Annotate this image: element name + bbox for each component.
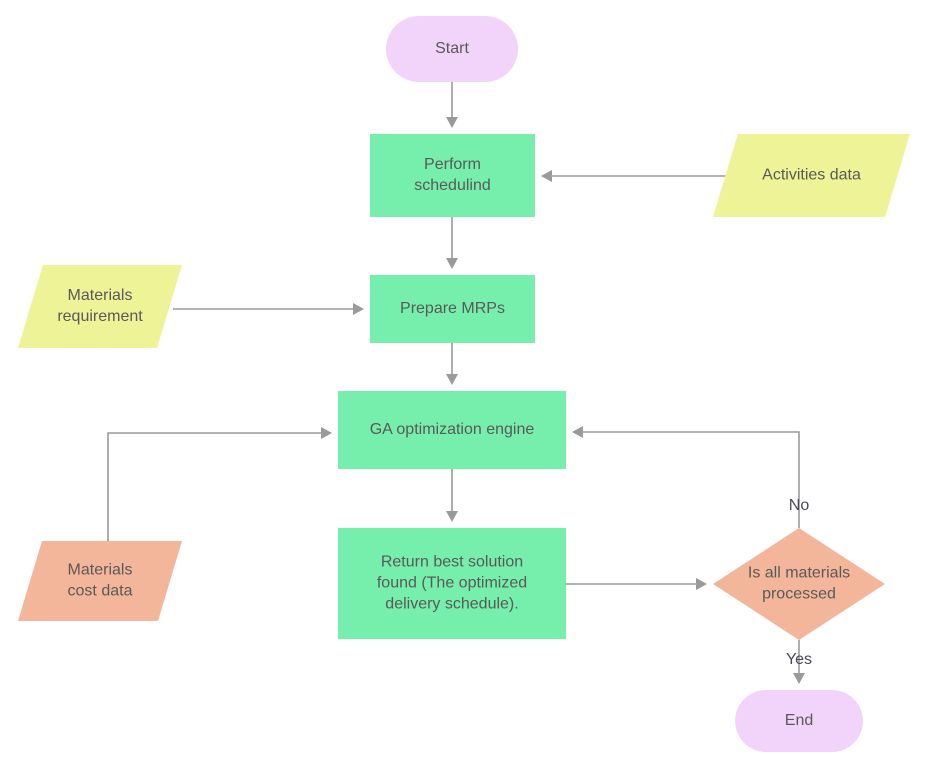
node-label-return-best-solution: Return best solution found (The optimized… bbox=[377, 554, 527, 613]
connector-perform-to-prepare bbox=[446, 217, 458, 269]
node-shape-input-data bbox=[18, 265, 182, 348]
node-shape-storage-data bbox=[18, 541, 182, 621]
node-label-end: End bbox=[785, 712, 813, 729]
node-ga-optimization-engine[interactable]: GA optimization engine bbox=[338, 391, 566, 469]
node-label-ga-optimization-engine: GA optimization engine bbox=[370, 421, 535, 438]
connector-start-to-perform bbox=[446, 82, 458, 128]
node-label-prepare-mrps: Prepare MRPs bbox=[400, 300, 505, 317]
connector-return-to-decision bbox=[566, 578, 707, 590]
node-shape-decision bbox=[713, 528, 885, 640]
flowchart-canvas: Start Perform schedulind Activities data Mat… bbox=[0, 0, 928, 771]
node-end[interactable]: End bbox=[735, 690, 863, 752]
connector-ga-to-return bbox=[446, 469, 458, 522]
node-activities-data[interactable]: Activities data bbox=[713, 134, 910, 217]
connector-decision-no-to-ga bbox=[572, 426, 800, 528]
node-return-best-solution[interactable]: Return best solution found (The optimized… bbox=[338, 528, 566, 639]
edge-label-decision-yes-to-end: Yes bbox=[786, 651, 812, 668]
node-prepare-mrps[interactable]: Prepare MRPs bbox=[370, 275, 535, 343]
connector-materials-req-to-prepare bbox=[173, 303, 364, 315]
flowchart-svg: Start Perform schedulind Activities data Mat… bbox=[18, 16, 910, 752]
node-materials-requirement[interactable]: Materials requirement bbox=[18, 265, 182, 348]
node-start[interactable]: Start bbox=[386, 16, 518, 82]
connector-prepare-to-ga bbox=[446, 343, 458, 385]
edge-label-decision-no-to-ga: No bbox=[789, 497, 810, 514]
node-label-start: Start bbox=[435, 40, 469, 57]
node-materials-cost-data[interactable]: Materials cost data bbox=[18, 541, 182, 621]
node-perform-scheduling[interactable]: Perform schedulind bbox=[370, 134, 535, 217]
node-is-all-materials-processed[interactable]: Is all materials processed bbox=[713, 528, 885, 640]
nodes-layer: Start Perform schedulind Activities data Mat… bbox=[18, 16, 910, 752]
node-shape-process bbox=[370, 134, 535, 217]
connector-cost-data-to-ga bbox=[107, 427, 332, 541]
node-label-activities-data: Activities data bbox=[762, 167, 861, 184]
